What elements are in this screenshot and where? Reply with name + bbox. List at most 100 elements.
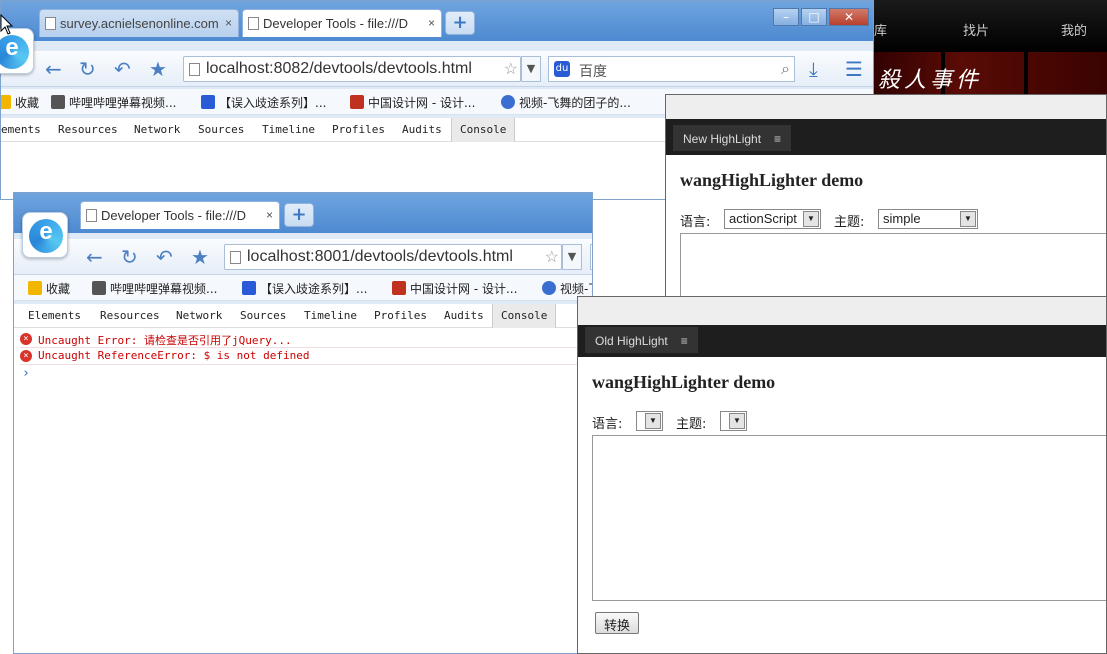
theme-select[interactable]: ▼: [720, 411, 747, 431]
play-icon: [501, 95, 515, 109]
back-arrow-icon[interactable]: ←: [86, 247, 103, 267]
chevron-down-icon: ▼: [729, 413, 745, 429]
address-bar[interactable]: localhost:8001/devtools/devtools.html ☆: [224, 244, 562, 270]
undo-close-icon[interactable]: ↶: [156, 247, 173, 267]
new-tab-button[interactable]: +: [445, 11, 475, 35]
address-dropdown-icon[interactable]: ▼: [562, 244, 582, 270]
convert-button[interactable]: 转换: [595, 612, 640, 634]
language-label: 语言:: [680, 215, 711, 230]
console-area[interactable]: × Uncaught Error: 请检查是否引用了jQuery... × Un…: [14, 328, 592, 653]
close-tab-icon[interactable]: ×: [428, 16, 435, 30]
menu-icon[interactable]: ≡: [681, 334, 688, 348]
background-site-nav: 库 找片 我的: [860, 0, 1107, 52]
devtools-tab-profiles[interactable]: Profiles: [332, 123, 385, 136]
favorite-star-icon[interactable]: ★: [149, 59, 167, 79]
tv-icon: [51, 95, 65, 109]
bookmark-bilibili[interactable]: 哔哩哔哩弹幕视频...: [92, 280, 217, 297]
devtools-tab-console[interactable]: Console: [492, 304, 557, 328]
browser-window-front: Developer Tools - file:///D × + ← ↻ ↶ ★ …: [13, 192, 593, 654]
tab-label: New HighLight: [683, 132, 762, 146]
bookmark-label: 哔哩哔哩弹幕视频...: [69, 96, 177, 110]
theme-label: 主题:: [676, 417, 707, 432]
menu-icon[interactable]: ☰: [845, 59, 863, 79]
devtools-tab-network[interactable]: Network: [134, 123, 180, 136]
devtools-tab-network[interactable]: Network: [176, 309, 222, 322]
devtools-tab-elements[interactable]: ements: [1, 123, 41, 136]
tab-devtools[interactable]: Developer Tools - file:///D ×: [80, 201, 280, 229]
bookmark-video[interactable]: 视频-飞舞的团子的...: [501, 94, 631, 111]
tab-survey[interactable]: survey.acnielsenonline.com ×: [39, 9, 239, 37]
bookmark-favorites[interactable]: 收藏: [1, 94, 40, 111]
bookmark-star-icon[interactable]: ☆: [545, 247, 559, 267]
tab-label: Developer Tools - file:///D: [263, 16, 408, 31]
bookmark-label: 收藏: [15, 96, 40, 110]
demo-title: wangHighLighter demo: [592, 372, 776, 392]
devtools-tab-console[interactable]: Console: [451, 118, 516, 142]
devtools-tab-elements[interactable]: Elements: [28, 309, 81, 322]
download-icon[interactable]: ⤓: [809, 59, 818, 79]
refresh-icon[interactable]: ↻: [121, 247, 138, 267]
devtools-tab-audits[interactable]: Audits: [444, 309, 484, 322]
bookmark-video[interactable]: 视频-飞舞的团子的...: [542, 280, 592, 297]
code-textarea[interactable]: [680, 233, 1106, 303]
window-controls: – □ ✕: [773, 8, 869, 28]
devtools-tab-sources[interactable]: Sources: [240, 309, 286, 322]
search-box[interactable]: du 百度: [590, 244, 592, 270]
code-textarea[interactable]: [592, 435, 1106, 601]
favorite-star-icon[interactable]: ★: [191, 247, 209, 267]
theme-label: 主题:: [834, 215, 865, 230]
address-dropdown-icon[interactable]: ▼: [521, 56, 541, 82]
bookmark-bilibili[interactable]: 哔哩哔哩弹幕视频...: [51, 94, 176, 111]
search-icon[interactable]: ⌕: [781, 59, 790, 79]
nav-item-find-film[interactable]: 找片: [963, 20, 989, 39]
close-tab-icon[interactable]: ×: [266, 208, 273, 222]
devtools-tab-audits[interactable]: Audits: [402, 123, 442, 136]
play-icon: [542, 281, 556, 295]
panel-header: Old HighLight ≡: [578, 297, 1106, 357]
bookmark-label: 【误入歧途系列】...: [260, 282, 368, 296]
bookmark-design[interactable]: 中国设计网 - 设计...: [350, 94, 475, 111]
minimize-button[interactable]: –: [773, 8, 799, 26]
bookmark-star-icon[interactable]: ☆: [504, 59, 518, 79]
search-box[interactable]: du 百度 ⌕: [548, 56, 795, 82]
devtools-tab-sources[interactable]: Sources: [198, 123, 244, 136]
devtools-tab-resources[interactable]: Resources: [58, 123, 118, 136]
star-icon: [28, 281, 42, 295]
bookmark-design[interactable]: 中国设计网 - 设计...: [392, 280, 517, 297]
select-value: actionScript: [729, 211, 797, 226]
close-tab-icon[interactable]: ×: [225, 16, 232, 30]
undo-close-icon[interactable]: ↶: [114, 59, 131, 79]
language-label: 语言:: [592, 417, 623, 432]
old-highlight-tab[interactable]: Old HighLight ≡: [585, 327, 698, 353]
page-icon: [189, 63, 200, 76]
console-prompt[interactable]: ›: [22, 366, 30, 381]
maximize-button[interactable]: □: [801, 8, 827, 26]
bookmark-series[interactable]: 【误入歧途系列】...: [242, 280, 367, 297]
close-window-button[interactable]: ✕: [829, 8, 869, 26]
devtools-tab-resources[interactable]: Resources: [100, 309, 160, 322]
browser-toolbar: ← ↻ ↶ ★ localhost:8082/devtools/devtools…: [1, 51, 873, 87]
bookmark-series[interactable]: 【误入歧途系列】...: [201, 94, 326, 111]
new-highlight-tab[interactable]: New HighLight ≡: [673, 125, 792, 151]
devtools-tab-profiles[interactable]: Profiles: [374, 309, 427, 322]
refresh-icon[interactable]: ↻: [79, 59, 96, 79]
theme-select[interactable]: simple ▼: [878, 209, 978, 229]
language-select[interactable]: actionScript ▼: [724, 209, 821, 229]
search-placeholder: 百度: [579, 64, 607, 80]
baidu-icon: [242, 281, 256, 295]
demo-title: wangHighLighter demo: [680, 170, 864, 190]
site-icon: [350, 95, 364, 109]
tab-devtools[interactable]: Developer Tools - file:///D ×: [242, 9, 442, 37]
new-tab-button[interactable]: +: [284, 203, 314, 227]
devtools-tab-timeline[interactable]: Timeline: [304, 309, 357, 322]
back-arrow-icon[interactable]: ←: [45, 59, 62, 79]
language-select[interactable]: ▼: [636, 411, 663, 431]
devtools-tab-timeline[interactable]: Timeline: [262, 123, 315, 136]
bookmark-favorites[interactable]: 收藏: [28, 280, 70, 297]
bookmark-label: 中国设计网 - 设计...: [410, 282, 518, 296]
nav-item-library[interactable]: 库: [874, 20, 887, 39]
nav-item-mine[interactable]: 我的: [1061, 20, 1087, 39]
address-bar[interactable]: localhost:8082/devtools/devtools.html ☆: [183, 56, 521, 82]
baidu-icon: [201, 95, 215, 109]
menu-icon[interactable]: ≡: [774, 132, 781, 146]
